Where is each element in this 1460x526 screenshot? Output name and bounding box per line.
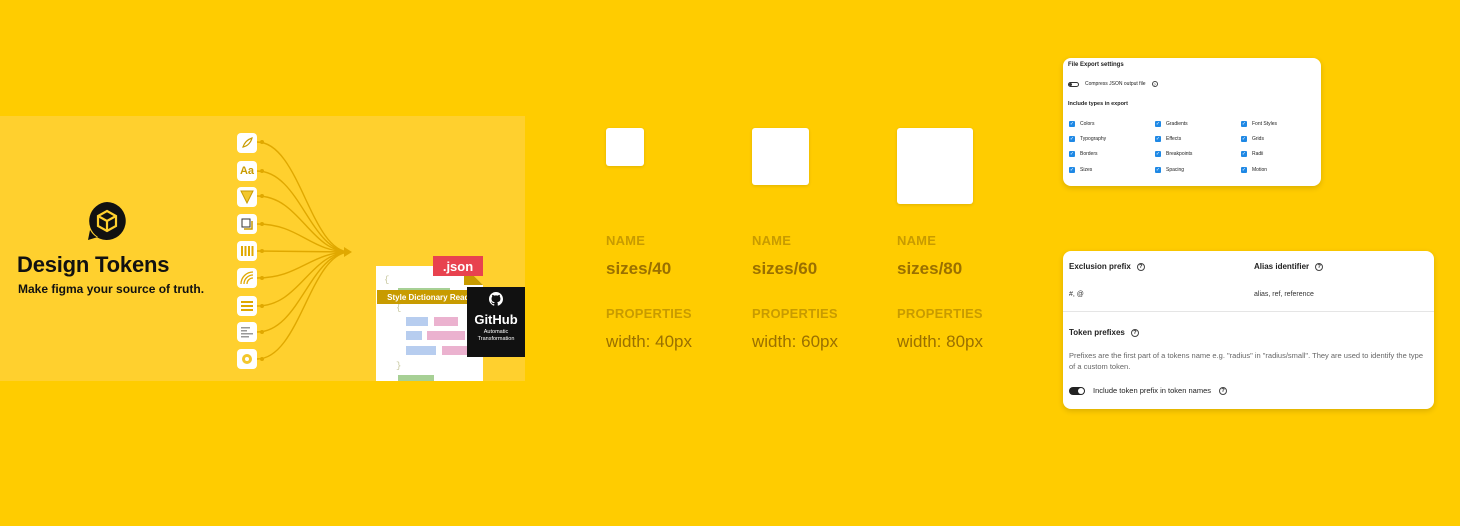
include-types-title: Include types in export [1068, 101, 1128, 107]
help-icon[interactable]: ? [1136, 262, 1145, 271]
include-prefix-toggle[interactable] [1069, 386, 1085, 395]
checkbox-radii[interactable]: ✓ Radii [1241, 151, 1263, 157]
token-name-label: NAME [752, 233, 792, 248]
checkbox-checked-icon[interactable]: ✓ [1155, 151, 1161, 157]
svg-text:}: } [396, 361, 401, 371]
token-prefix-settings-panel: Exclusion prefix ? Alias identifier ? #,… [1063, 251, 1434, 409]
motion-icon [237, 349, 257, 369]
checkbox-checked-icon[interactable]: ✓ [1069, 121, 1075, 127]
checkbox-motion[interactable]: ✓ Motion [1241, 167, 1267, 173]
include-prefix-row: Include token prefix in token names ? [1069, 386, 1227, 395]
checkbox-breakpoints[interactable]: ✓ Breakpoints [1155, 151, 1192, 157]
divider [1063, 311, 1434, 312]
hero-title: Design Tokens [17, 252, 170, 277]
compress-json-label: Compress JSON output file [1085, 81, 1146, 87]
feather-icon [237, 133, 257, 153]
token-name-label: NAME [606, 233, 646, 248]
help-icon[interactable]: ? [1315, 262, 1324, 271]
svg-text:{: { [384, 275, 389, 285]
compress-json-row: Compress JSON output file ? [1068, 81, 1158, 87]
token-prefixes-heading: Token prefixes ? [1069, 328, 1139, 337]
grid-icon [237, 241, 257, 261]
help-icon[interactable]: ? [1130, 328, 1139, 337]
checkbox-font-styles[interactable]: ✓ Font Styles [1241, 121, 1277, 127]
token-properties-label: PROPERTIES [606, 306, 692, 321]
token-name: sizes/60 [752, 259, 818, 278]
token-property-value: width: 40px [606, 332, 692, 351]
hero-banner: Aa { { } } [0, 116, 525, 381]
github-subtitle: Automatic Transformation [477, 329, 515, 342]
github-badge: GitHub Automatic Transformation [467, 287, 525, 357]
alias-identifier-input[interactable]: alias, ref, reference [1254, 291, 1314, 298]
checkbox-checked-icon[interactable]: ✓ [1241, 167, 1247, 173]
checkbox-checked-icon[interactable]: ✓ [1069, 151, 1075, 157]
checkbox-checked-icon[interactable]: ✓ [1155, 121, 1161, 127]
checkbox-typography[interactable]: ✓ Typography [1069, 136, 1106, 142]
exclusion-prefix-input[interactable]: #, @ [1069, 291, 1084, 298]
token-properties-label: PROPERTIES [897, 306, 983, 321]
checkbox-checked-icon[interactable]: ✓ [1241, 136, 1247, 142]
checkbox-colors[interactable]: ✓ Colors [1069, 121, 1094, 127]
checkbox-checked-icon[interactable]: ✓ [1069, 167, 1075, 173]
include-prefix-label: Include token prefix in token names [1093, 386, 1211, 395]
svg-text:{: { [396, 303, 401, 313]
document-icon [237, 322, 257, 342]
size-swatch-40 [606, 128, 644, 166]
token-prefixes-description: Prefixes are the first part of a tokens … [1069, 351, 1424, 371]
hero-subtitle: Make figma your source of truth. [18, 282, 205, 296]
alias-identifier-heading: Alias identifier ? [1254, 262, 1324, 271]
size-swatch-80 [897, 128, 973, 204]
token-properties-label: PROPERTIES [752, 306, 838, 321]
radius-icon [237, 268, 257, 288]
checkbox-checked-icon[interactable]: ✓ [1241, 121, 1247, 127]
token-property-value: width: 60px [752, 332, 838, 351]
effect-icon [237, 214, 257, 234]
token-name-label: NAME [897, 233, 937, 248]
text-style-icon: Aa [237, 161, 257, 181]
checkbox-checked-icon[interactable]: ✓ [1069, 136, 1075, 142]
gradient-icon [237, 187, 257, 207]
github-title: GitHub [474, 312, 518, 327]
token-property-value: width: 80px [897, 332, 983, 351]
file-export-settings-panel: File Export settings Compress JSON outpu… [1063, 58, 1321, 186]
compress-json-toggle[interactable] [1068, 81, 1079, 87]
design-tokens-logo [86, 200, 128, 242]
help-icon[interactable]: ? [1151, 81, 1158, 87]
exclusion-prefix-heading: Exclusion prefix ? [1069, 262, 1145, 271]
checkbox-effects[interactable]: ✓ Effects [1155, 136, 1181, 142]
token-name: sizes/80 [897, 259, 963, 278]
checkbox-checked-icon[interactable]: ✓ [1155, 167, 1161, 173]
typography-icon [237, 296, 257, 316]
checkbox-grids[interactable]: ✓ Grids [1241, 136, 1264, 142]
checkbox-gradients[interactable]: ✓ Gradients [1155, 121, 1188, 127]
checkbox-borders[interactable]: ✓ Borders [1069, 151, 1098, 157]
help-icon[interactable]: ? [1219, 386, 1227, 395]
json-file-tag: .json [433, 256, 483, 276]
github-icon [467, 292, 525, 311]
checkbox-sizes[interactable]: ✓ Sizes [1069, 167, 1092, 173]
export-settings-title: File Export settings [1068, 62, 1124, 68]
size-swatch-60 [752, 128, 809, 185]
checkbox-spacing[interactable]: ✓ Spacing [1155, 167, 1184, 173]
checkbox-checked-icon[interactable]: ✓ [1241, 151, 1247, 157]
checkbox-checked-icon[interactable]: ✓ [1155, 136, 1161, 142]
token-name: sizes/40 [606, 259, 672, 278]
